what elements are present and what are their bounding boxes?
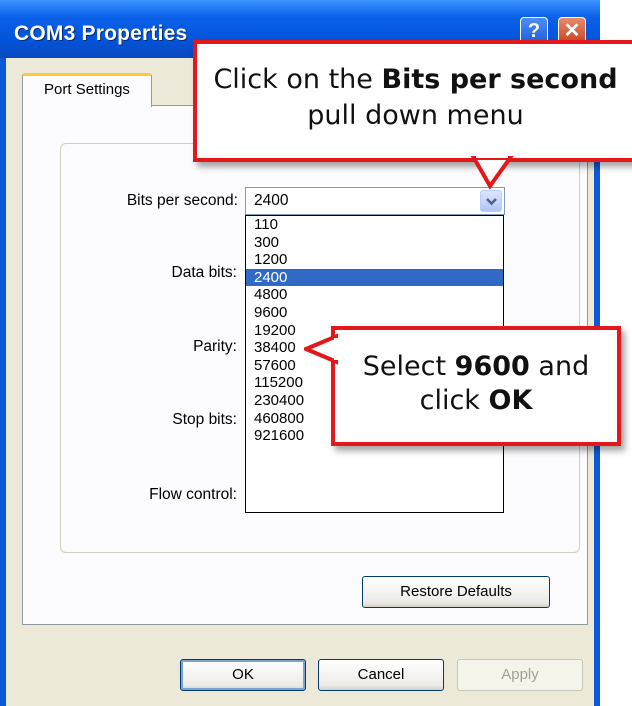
apply-button[interactable]: Apply (457, 659, 583, 691)
callout-bold-text: OK (488, 385, 533, 416)
chevron-down-icon (486, 198, 497, 206)
bits-per-second-select[interactable]: 2400 (245, 187, 505, 215)
dropdown-option[interactable]: 300 (246, 234, 503, 252)
dropdown-option[interactable]: 110 (246, 216, 503, 234)
instruction-callout-select-9600: Select 9600 and click OK (331, 326, 621, 446)
dropdown-option[interactable]: 1200 (246, 251, 503, 269)
dropdown-arrow-button[interactable] (480, 190, 502, 212)
data-bits-label: Data bits: (171, 264, 237, 281)
restore-defaults-button[interactable]: Restore Defaults (362, 576, 550, 608)
callout-text: Select (362, 351, 455, 382)
bits-per-second-value: 2400 (254, 192, 289, 209)
instruction-callout-bits-per-second: Click on the Bits per second pull down m… (193, 40, 632, 162)
callout-pointer (304, 333, 338, 365)
parity-label: Parity: (193, 338, 237, 355)
ok-button[interactable]: OK (180, 659, 306, 691)
window-title: COM3 Properties (14, 22, 188, 45)
callout-bold-text: Bits per second (381, 64, 618, 95)
cancel-button[interactable]: Cancel (318, 659, 444, 691)
flow-control-label: Flow control: (149, 486, 237, 503)
callout-pointer (470, 152, 514, 190)
dropdown-option[interactable]: 2400 (246, 268, 503, 287)
dropdown-option[interactable]: 4800 (246, 286, 503, 304)
bits-per-second-label: Bits per second: (126, 192, 238, 209)
callout-text: pull down menu (307, 100, 524, 131)
callout-text: Click on the (213, 64, 382, 95)
stop-bits-label: Stop bits: (172, 411, 237, 428)
dropdown-option[interactable]: 9600 (246, 304, 503, 322)
tab-port-settings[interactable]: Port Settings (22, 73, 152, 107)
callout-bold-text: 9600 (454, 351, 530, 382)
tab-label: Port Settings (44, 81, 130, 98)
